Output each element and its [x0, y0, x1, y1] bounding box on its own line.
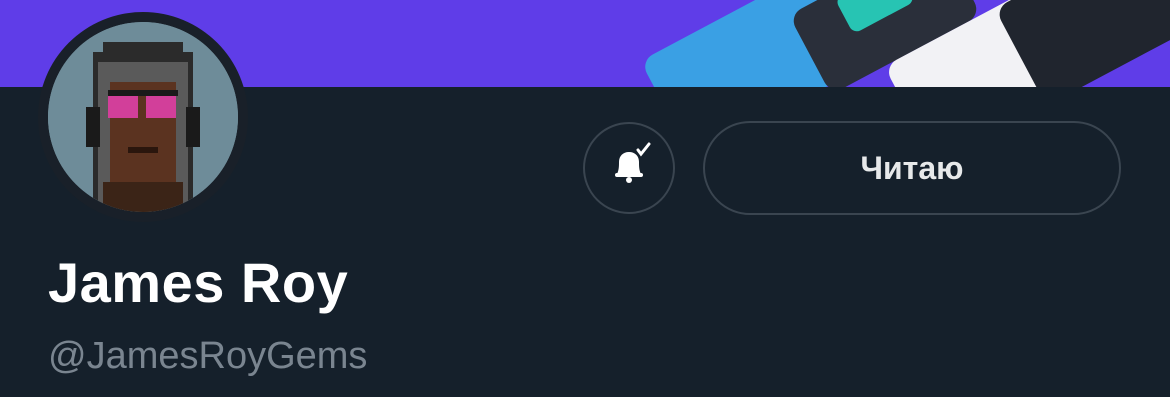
user-handle: @JamesRoyGems — [48, 335, 368, 377]
bell-check-icon — [605, 142, 653, 195]
pixel-art-avatar-icon — [48, 22, 238, 212]
display-name: James Roy — [48, 251, 349, 314]
avatar[interactable] — [48, 22, 238, 212]
following-button[interactable]: Читаю — [703, 121, 1121, 215]
notifications-button[interactable] — [583, 122, 675, 214]
following-button-label: Читаю — [860, 149, 964, 186]
